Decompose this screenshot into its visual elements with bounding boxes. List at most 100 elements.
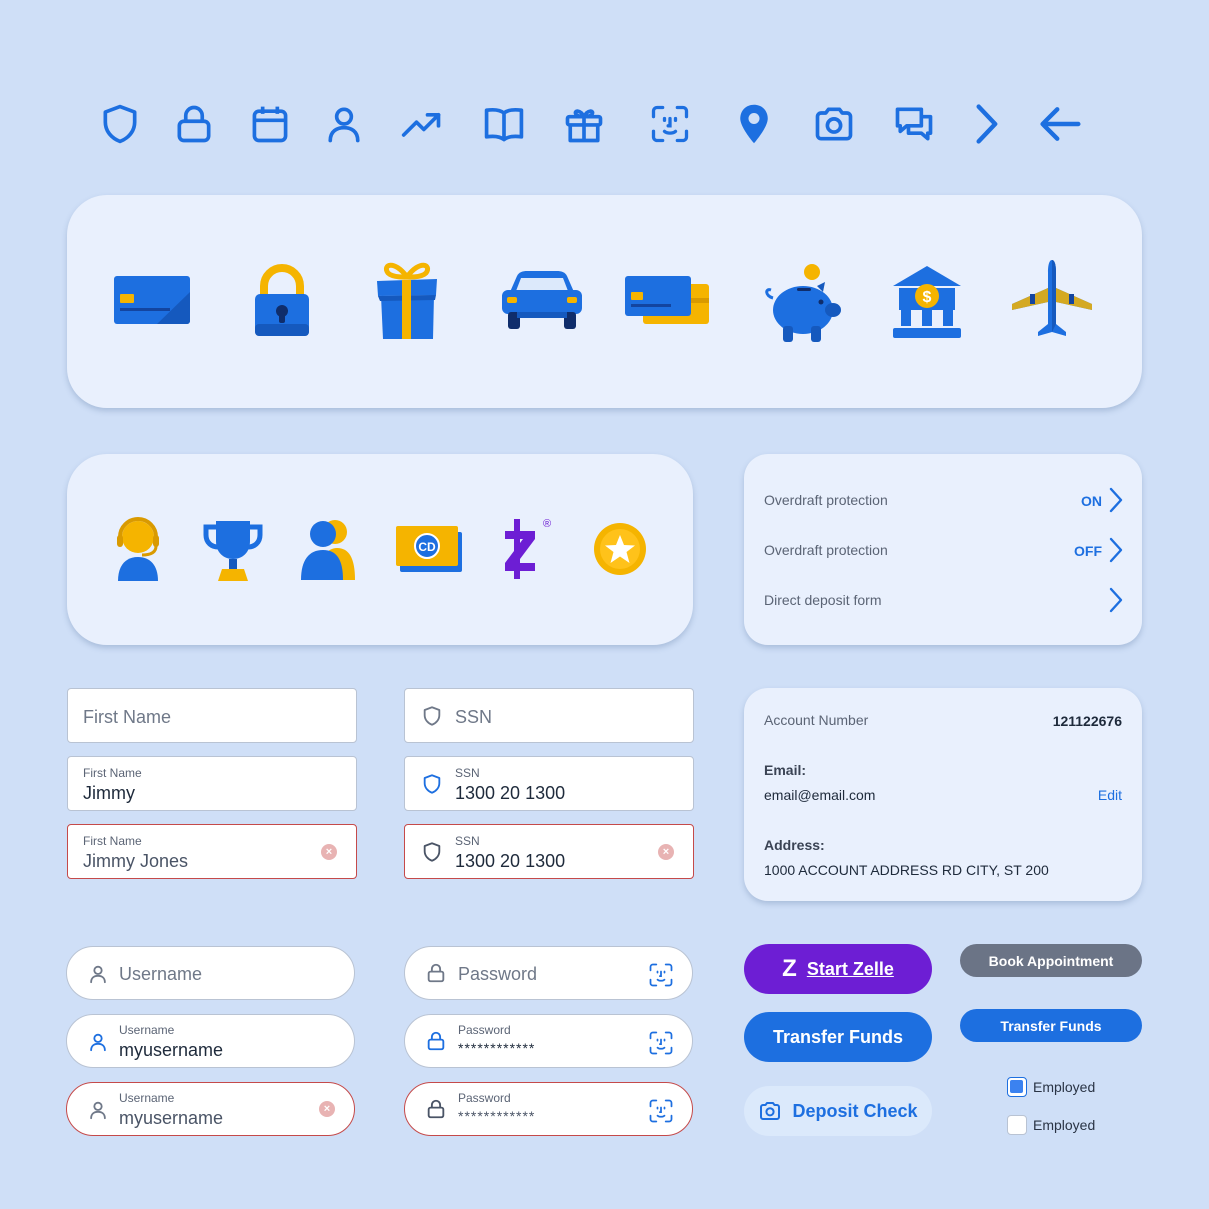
start-zelle-button[interactable]: Z Start Zelle: [744, 944, 932, 994]
settings-card: Overdraft protection ON Overdraft protec…: [744, 454, 1142, 645]
first-name-value: Jimmy Jones: [83, 851, 189, 871]
book-appointment-label: Book Appointment: [988, 952, 1114, 969]
chevron-right-icon[interactable]: [1106, 586, 1126, 614]
lock-icon: [170, 100, 218, 148]
ssn-label: SSN: [455, 834, 480, 848]
trending-up-icon: [398, 100, 446, 148]
transfer-funds-label: Transfer Funds: [1000, 1017, 1102, 1034]
ssn-field-filled[interactable]: SSN 1300 20 1300: [404, 756, 694, 811]
settings-row-label: Overdraft protection: [764, 542, 888, 558]
airplane-icon: [1007, 250, 1097, 350]
username-placeholder: Username: [119, 964, 203, 984]
transfer-funds-button-small[interactable]: Transfer Funds: [960, 1009, 1142, 1042]
first-name-field-empty[interactable]: First Name: [67, 688, 357, 743]
first-name-value: Jimmy: [83, 783, 135, 803]
trophy-icon: [198, 509, 268, 589]
password-field-error[interactable]: Password ************: [404, 1082, 693, 1136]
clear-icon[interactable]: ×: [658, 844, 674, 860]
account-card: Account Number 121122676 Email: email@em…: [744, 688, 1142, 901]
shield-icon: [423, 774, 441, 794]
start-zelle-label: Start Zelle: [806, 958, 894, 979]
piggy-bank-icon: [755, 255, 850, 350]
ssn-field-empty[interactable]: SSN: [404, 688, 694, 743]
deposit-check-label: Deposit Check: [792, 1100, 918, 1121]
face-id-icon[interactable]: [647, 1029, 675, 1057]
deposit-check-button[interactable]: Deposit Check: [744, 1086, 932, 1136]
edit-link[interactable]: Edit: [1098, 787, 1122, 803]
shield-icon: [423, 706, 441, 726]
camera-icon: [760, 1102, 781, 1120]
username-field-error[interactable]: Username myusername ×: [66, 1082, 355, 1136]
username-field-empty[interactable]: Username: [66, 946, 355, 1000]
ssn-field-error[interactable]: SSN 1300 20 1300 ×: [404, 824, 694, 879]
email-value: email@email.com: [764, 787, 876, 803]
user-icon: [320, 100, 368, 148]
transfer-funds-label: Transfer Funds: [772, 1026, 904, 1047]
ssn-value: 1300 20 1300: [455, 783, 566, 803]
password-placeholder: Password: [458, 964, 538, 984]
chevron-right-icon[interactable]: [1106, 536, 1126, 564]
checkbox-checked[interactable]: [1007, 1077, 1027, 1097]
illustration-card-secondary: CD ®: [67, 454, 693, 645]
illustration-card-primary: $: [67, 195, 1142, 408]
settings-row-label: Overdraft protection: [764, 492, 888, 508]
checkbox-unchecked[interactable]: [1007, 1115, 1027, 1135]
cd-bill-icon: CD: [390, 514, 468, 584]
clear-icon[interactable]: ×: [319, 1101, 335, 1117]
first-name-placeholder: First Name: [83, 707, 172, 727]
book-icon: [480, 100, 528, 148]
credit-card-icon: [107, 255, 197, 345]
chat-bubbles-icon: [890, 100, 938, 148]
email-label: Email:: [764, 762, 807, 778]
chevron-right-icon: [962, 100, 1010, 148]
ssn-value: 1300 20 1300: [455, 851, 566, 871]
password-value: ************: [458, 1040, 536, 1056]
gift-box-icon: [362, 250, 452, 350]
chevron-right-icon[interactable]: [1106, 486, 1126, 514]
password-field-empty[interactable]: Password: [404, 946, 693, 1000]
face-id-icon[interactable]: [647, 1097, 675, 1125]
arrow-left-icon: [1036, 100, 1084, 148]
password-field-filled[interactable]: Password ************: [404, 1014, 693, 1068]
username-value: myusername: [119, 1108, 224, 1128]
gift-icon: [560, 100, 608, 148]
lock-icon: [427, 1099, 445, 1119]
status-off: OFF: [1074, 543, 1102, 559]
users-icon: [293, 509, 363, 589]
cd-label: CD: [418, 540, 436, 554]
clear-icon[interactable]: ×: [321, 844, 337, 860]
car-icon: [497, 260, 587, 340]
checkbox-fill: [1010, 1080, 1023, 1093]
shield-icon: [423, 842, 441, 862]
lock-icon: [427, 1031, 445, 1051]
support-agent-icon: [103, 509, 173, 589]
transfer-funds-button-large[interactable]: Transfer Funds: [744, 1012, 932, 1062]
first-name-label: First Name: [83, 766, 142, 780]
account-number-label: Account Number: [764, 712, 869, 728]
password-label: Password: [458, 1091, 511, 1105]
username-field-filled[interactable]: Username myusername: [66, 1014, 355, 1068]
face-id-icon: [646, 100, 694, 148]
password-value: ************: [458, 1108, 536, 1124]
shield-icon: [96, 100, 144, 148]
account-number: 121122676: [1052, 713, 1122, 729]
user-icon: [90, 1101, 106, 1120]
zelle-icon: Z: [782, 955, 797, 982]
username-label: Username: [119, 1023, 175, 1037]
star-coin-icon: [585, 514, 655, 584]
first-name-field-filled[interactable]: First Name Jimmy: [67, 756, 357, 811]
bank-icon: $: [882, 257, 972, 347]
camera-icon: [810, 100, 858, 148]
ssn-label: SSN: [455, 766, 480, 780]
book-appointment-button[interactable]: Book Appointment: [960, 944, 1142, 977]
status-on: ON: [1081, 493, 1102, 509]
address-label: Address:: [764, 837, 825, 853]
zelle-logo-icon: ®: [490, 509, 560, 589]
padlock-icon: [237, 250, 327, 350]
address-value: 1000 ACCOUNT ADDRESS RD CITY, ST 200: [764, 862, 1049, 878]
lock-icon: [427, 963, 445, 983]
first-name-field-error[interactable]: First Name Jimmy Jones ×: [67, 824, 357, 879]
face-id-icon[interactable]: [647, 961, 675, 989]
calendar-icon: [246, 100, 294, 148]
ssn-placeholder: SSN: [455, 707, 493, 727]
